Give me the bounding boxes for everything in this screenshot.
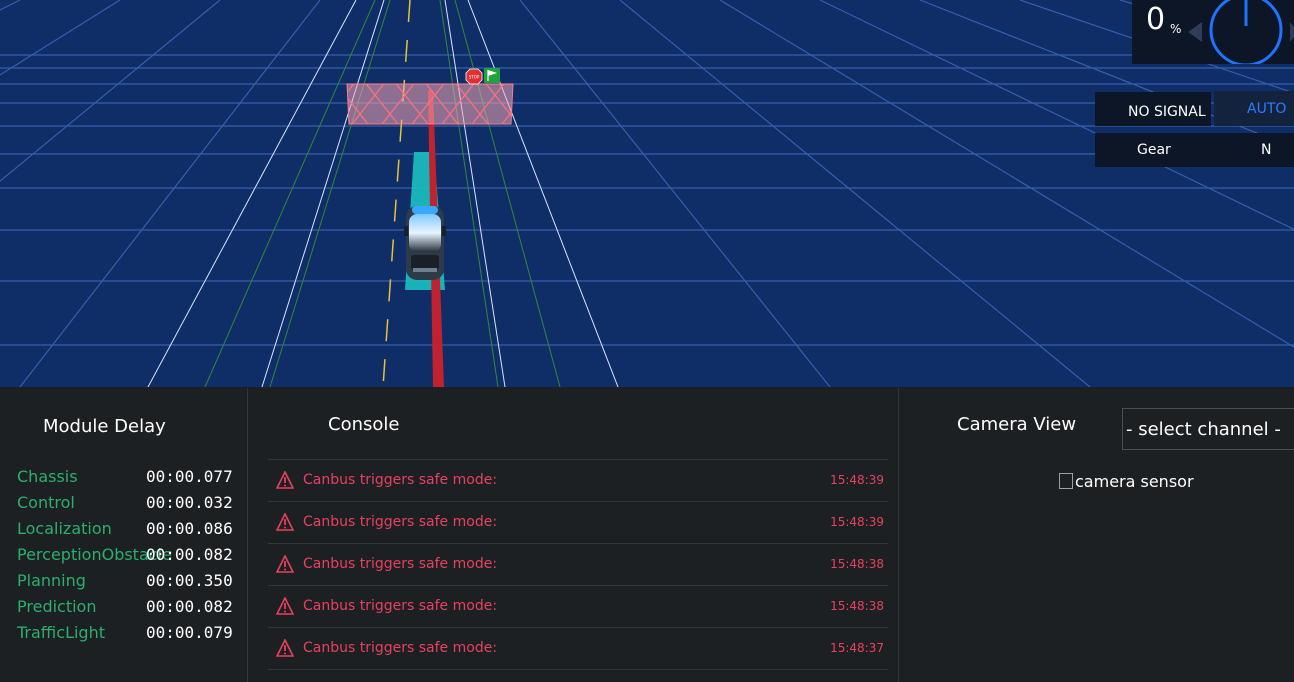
- gear-value: N: [1261, 142, 1272, 158]
- lane-lines: [147, 0, 619, 387]
- stop-sign-icon: STOP: [465, 68, 483, 85]
- console-title: Console: [328, 414, 400, 435]
- gear-status: Gear N: [1095, 133, 1294, 167]
- module-name: Prediction: [17, 597, 97, 616]
- warning-icon: [275, 512, 295, 535]
- channel-select-value: - select channel -: [1126, 419, 1281, 440]
- warning-icon: [275, 470, 295, 493]
- module-delay-value: 00:00.077: [146, 467, 233, 486]
- module-delay-value: 00:00.086: [146, 519, 233, 538]
- module-delay-row: Planning 00:00.350: [17, 571, 233, 597]
- console-message-text: Canbus triggers safe mode:: [303, 556, 498, 572]
- console-message-time: 15:48:39: [830, 473, 884, 487]
- module-delay-row: TrafficLight 00:00.079: [17, 623, 233, 649]
- module-name: Localization: [17, 519, 112, 538]
- module-delay-row: Chassis 00:00.077: [17, 467, 233, 493]
- module-delay-value: 00:00.079: [146, 623, 233, 642]
- module-delay-value: 00:00.082: [146, 545, 233, 564]
- broken-image-icon: [1059, 473, 1073, 489]
- warning-icon: [275, 554, 295, 577]
- scene-canvas: STOP: [0, 0, 1294, 387]
- console-message: Canbus triggers safe mode: 15:48:38: [268, 543, 888, 585]
- console-message-time: 15:48:37: [830, 641, 884, 655]
- module-name: TrafficLight: [17, 623, 105, 642]
- destination-flag-icon: [484, 68, 500, 83]
- drive-mode-status: AUTO: [1214, 91, 1294, 126]
- console-message-time: 15:48:38: [830, 557, 884, 571]
- turn-right-icon: [1290, 22, 1294, 42]
- turn-left-icon: [1188, 22, 1202, 42]
- signal-status: NO SIGNAL: [1095, 92, 1211, 126]
- module-delay-row: PerceptionObstacle 00:00.082: [17, 545, 233, 571]
- module-delay-title: Module Delay: [43, 416, 166, 437]
- console-message-text: Canbus triggers safe mode:: [303, 514, 498, 530]
- throttle-value: 0: [1146, 2, 1166, 37]
- throttle-unit: %: [1170, 22, 1182, 36]
- console-message: Canbus triggers safe mode: 15:48:37: [268, 627, 888, 669]
- module-delay-row: Prediction 00:00.082: [17, 597, 233, 623]
- steering-indicator: [1188, 0, 1294, 64]
- module-delay-value: 00:00.350: [146, 571, 233, 590]
- console-message-text: Canbus triggers safe mode:: [303, 640, 498, 656]
- module-delay-value: 00:00.032: [146, 493, 233, 512]
- console-list[interactable]: Canbus triggers safe mode: 15:48:39 Canbus…: [268, 459, 888, 682]
- scene-view[interactable]: STOP 0 % NO SIGNAL AUTO Gear N: [0, 0, 1294, 387]
- module-delay-row: Localization 00:00.086: [17, 519, 233, 545]
- camera-image-alt: camera sensor: [1075, 472, 1194, 491]
- console-message-time: 15:48:39: [830, 515, 884, 529]
- warning-icon: [275, 638, 295, 661]
- ground-grid: [0, 0, 1294, 387]
- console-message: [268, 669, 888, 682]
- stop-sign-text: STOP: [469, 75, 480, 80]
- channel-select[interactable]: - select channel -: [1122, 408, 1294, 450]
- drive-mode-label: AUTO: [1247, 101, 1287, 117]
- module-name: Planning: [17, 571, 86, 590]
- module-name: Control: [17, 493, 75, 512]
- signal-label: NO SIGNAL: [1128, 104, 1206, 120]
- warning-icon: [275, 596, 295, 619]
- module-delay-value: 00:00.082: [146, 597, 233, 616]
- console-message: Canbus triggers safe mode: 15:48:39: [268, 459, 888, 501]
- stop-fence: [346, 83, 514, 125]
- console-message: Canbus triggers safe mode: 15:48:38: [268, 585, 888, 627]
- module-delay-list: Chassis 00:00.077 Control 00:00.032 Localiza…: [17, 467, 233, 649]
- console-message-text: Canbus triggers safe mode:: [303, 472, 498, 488]
- camera-view-title: Camera View: [957, 414, 1077, 435]
- module-delay-row: Control 00:00.032: [17, 493, 233, 519]
- gear-label: Gear: [1137, 142, 1171, 158]
- ego-car[interactable]: [404, 206, 446, 280]
- console-message: Canbus triggers safe mode: 15:48:39: [268, 501, 888, 543]
- camera-sensor-image: camera sensor: [1059, 472, 1194, 491]
- console-message-text: Canbus triggers safe mode:: [303, 598, 498, 614]
- console-message-time: 15:48:38: [830, 599, 884, 613]
- module-name: Chassis: [17, 467, 78, 486]
